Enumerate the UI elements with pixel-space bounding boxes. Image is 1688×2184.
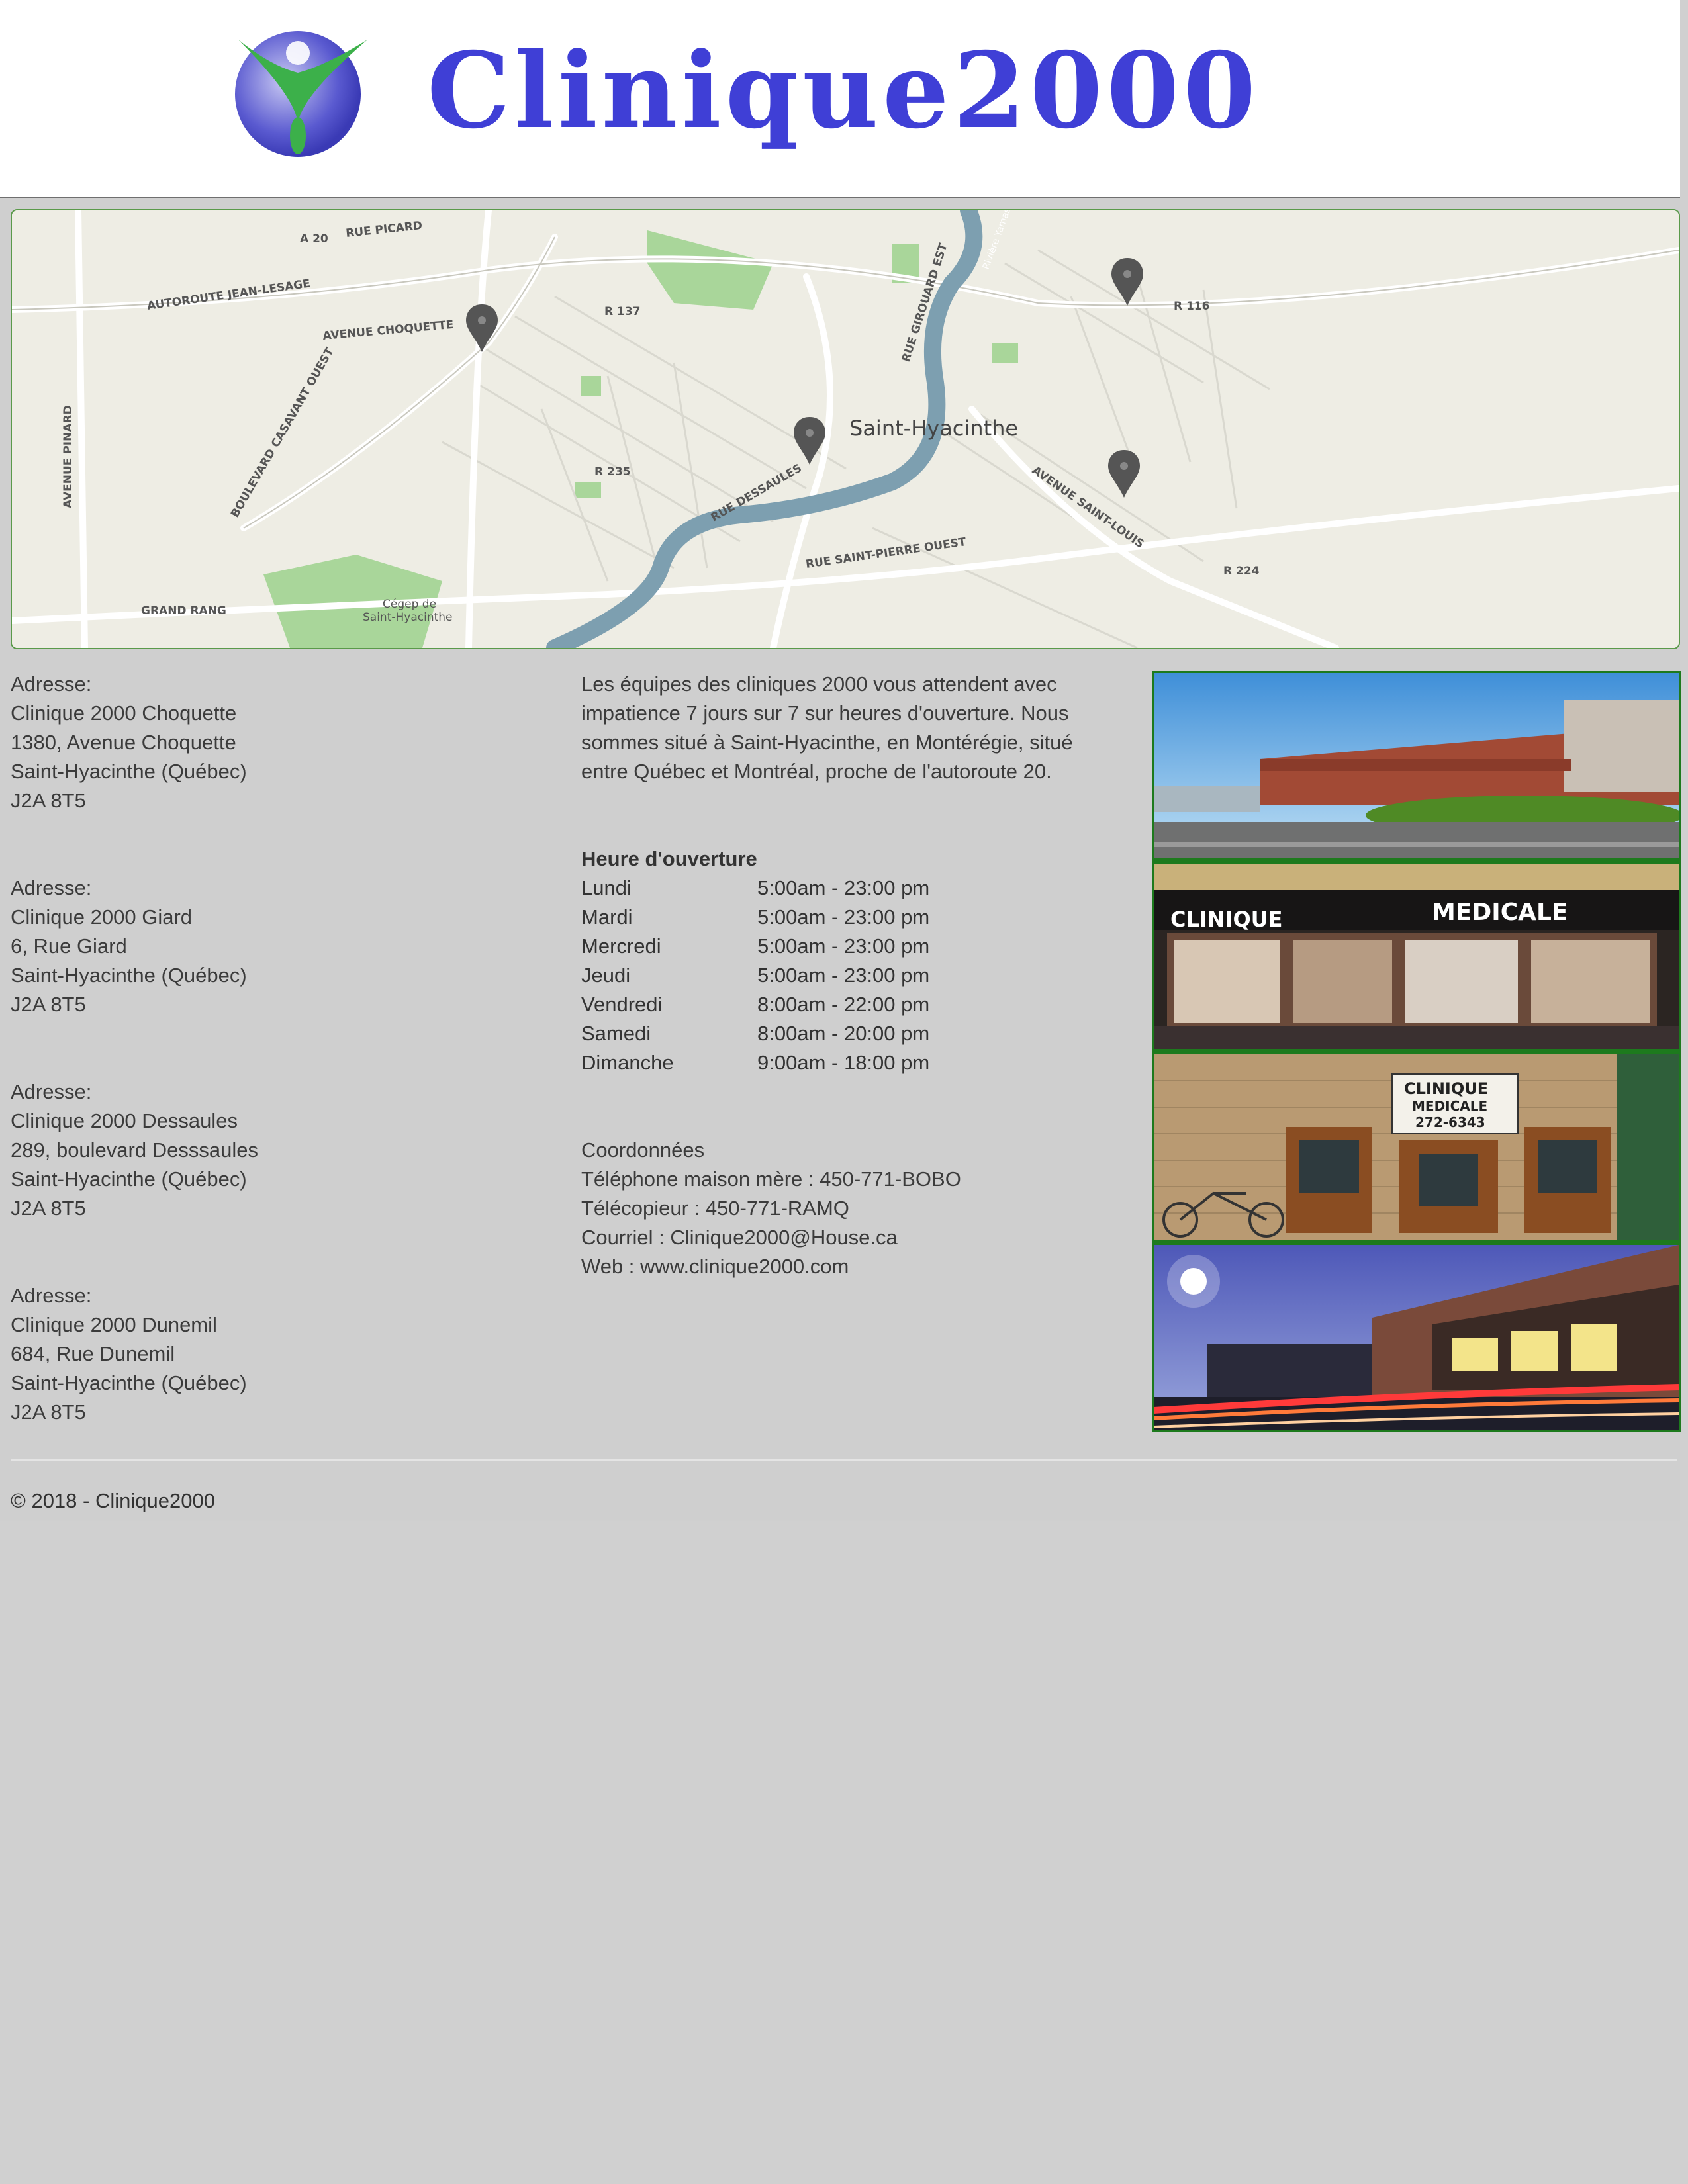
clinic-street: 289, boulevard Desssaules: [11, 1138, 258, 1161]
clinic-night-street-photo: [1154, 1245, 1679, 1430]
hours-time: 5:00am - 23:00 pm: [757, 934, 930, 958]
contact-fax: Télécopieur : 450-771-RAMQ: [581, 1197, 849, 1220]
map-road-label: GRAND RANG: [141, 604, 226, 617]
map-place-label: Cégep de: [383, 598, 436, 611]
map-place-label: Saint-Hyacinthe: [363, 611, 453, 624]
address-label: Adresse:: [11, 1080, 92, 1103]
address-block: Adresse: Clinique 2000 Choquette 1380, A…: [11, 670, 553, 815]
hours-row: Mercredi 5:00am - 23:00 pm: [581, 932, 1111, 961]
hours-time: 5:00am - 23:00 pm: [757, 905, 930, 929]
clinic-interior-photo: CLINIQUE MEDICALE: [1154, 864, 1679, 1049]
contact-web[interactable]: Web : www.clinique2000.com: [581, 1252, 1111, 1281]
clinic-street: 1380, Avenue Choquette: [11, 731, 236, 754]
contact-title: Coordonnées: [581, 1138, 705, 1161]
intro-line: entre Québec et Montréal, proche de l'au…: [581, 760, 1052, 783]
hours-day: Mercredi: [581, 934, 661, 958]
hours-row: Mardi 5:00am - 23:00 pm: [581, 903, 1111, 932]
hours-day: Jeudi: [581, 964, 631, 987]
map-road-label: R 137: [604, 305, 641, 318]
hours-day: Mardi: [581, 905, 633, 929]
map-road-label: AVENUE PINARD: [62, 405, 75, 508]
address-label: Adresse:: [11, 672, 92, 696]
hours-day: Dimanche: [581, 1051, 674, 1074]
contact-info: Coordonnées Téléphone maison mère : 450-…: [581, 1136, 1111, 1281]
clinic-city: Saint-Hyacinthe (Québec): [11, 1167, 247, 1191]
clinic-name: Clinique 2000 Dessaules: [11, 1109, 238, 1132]
clinic-photos: CLINIQUE MEDICALE CLINIQUE MEDICALE 272-…: [1152, 671, 1681, 1432]
clinique-logo-icon[interactable]: [232, 26, 371, 159]
address-block: Adresse: Clinique 2000 Giard 6, Rue Giar…: [11, 874, 553, 1019]
location-map[interactable]: A 20 RUE PICARD AUTOROUTE JEAN-LESAGE AV…: [11, 209, 1680, 649]
clinic-name: Clinique 2000 Choquette: [11, 702, 237, 725]
intro-line: sommes situé à Saint-Hyacinthe, en Monté…: [581, 731, 1073, 754]
address-block: Adresse: Clinique 2000 Dunemil 684, Rue …: [11, 1281, 553, 1427]
clinic-name: Clinique 2000 Dunemil: [11, 1313, 217, 1336]
contact-phone: Téléphone maison mère : 450-771-BOBO: [581, 1167, 961, 1191]
map-canvas: A 20 RUE PICARD AUTOROUTE JEAN-LESAGE AV…: [12, 210, 1679, 648]
clinic-city: Saint-Hyacinthe (Québec): [11, 760, 247, 783]
clinic-postal: J2A 8T5: [11, 1400, 86, 1424]
hours-day: Samedi: [581, 1022, 651, 1045]
clinic-postal: J2A 8T5: [11, 1197, 86, 1220]
address-label: Adresse:: [11, 876, 92, 899]
footer-copyright: © 2018 - Clinique2000: [11, 1489, 215, 1512]
hours-row: Vendredi 8:00am - 22:00 pm: [581, 990, 1111, 1019]
intro-line: Les équipes des cliniques 2000 vous atte…: [581, 672, 1057, 696]
info-column: Les équipes des cliniques 2000 vous atte…: [581, 670, 1111, 1281]
clinic-building-photo: [1154, 673, 1679, 858]
map-road-label: A 20: [300, 232, 328, 246]
clinic-street: 6, Rue Giard: [11, 934, 127, 958]
hours-row: Dimanche 9:00am - 18:00 pm: [581, 1048, 1111, 1077]
hours-row: Lundi 5:00am - 23:00 pm: [581, 874, 1111, 903]
clinic-street: 684, Rue Dunemil: [11, 1342, 175, 1365]
address-label: Adresse:: [11, 1284, 92, 1307]
hours-time: 5:00am - 23:00 pm: [757, 876, 930, 899]
clinic-city: Saint-Hyacinthe (Québec): [11, 964, 247, 987]
contact-email[interactable]: Courriel : Clinique2000@House.ca: [581, 1223, 1111, 1252]
opening-hours: Heure d'ouverture Lundi 5:00am - 23:00 p…: [581, 844, 1111, 1077]
sign-clinique: CLINIQUE: [1170, 907, 1283, 932]
hours-time: 5:00am - 23:00 pm: [757, 964, 930, 987]
hours-row: Samedi 8:00am - 20:00 pm: [581, 1019, 1111, 1048]
brand-title[interactable]: Clinique2000: [427, 32, 1460, 151]
hours-time: 9:00am - 18:00 pm: [757, 1051, 930, 1074]
clinic-storefront-photo: CLINIQUE MEDICALE 272-6343: [1154, 1054, 1679, 1240]
addresses-column: Adresse: Clinique 2000 Choquette 1380, A…: [11, 670, 553, 1485]
hours-row: Jeudi 5:00am - 23:00 pm: [581, 961, 1111, 990]
clinic-city: Saint-Hyacinthe (Québec): [11, 1371, 247, 1394]
map-road-label: R 235: [594, 465, 631, 478]
storefront-sign-line: MEDICALE: [1412, 1098, 1487, 1114]
footer-divider: [11, 1459, 1677, 1461]
sign-medicale: MEDICALE: [1432, 899, 1568, 926]
intro-paragraph: Les équipes des cliniques 2000 vous atte…: [581, 670, 1111, 786]
clinic-name: Clinique 2000 Giard: [11, 905, 193, 929]
site-header: Clinique2000: [0, 0, 1680, 198]
map-road-label: R 116: [1174, 300, 1210, 313]
hours-time: 8:00am - 22:00 pm: [757, 993, 930, 1016]
address-block: Adresse: Clinique 2000 Dessaules 289, bo…: [11, 1077, 553, 1223]
clinic-postal: J2A 8T5: [11, 993, 86, 1016]
map-city-label: Saint-Hyacinthe: [849, 416, 1018, 441]
clinic-postal: J2A 8T5: [11, 789, 86, 812]
intro-line: impatience 7 jours sur 7 sur heures d'ou…: [581, 702, 1069, 725]
storefront-sign-line: 272-6343: [1415, 1115, 1485, 1130]
hours-day: Vendredi: [581, 993, 663, 1016]
storefront-sign-line: CLINIQUE: [1404, 1079, 1488, 1098]
hours-day: Lundi: [581, 876, 632, 899]
map-road-label: R 224: [1223, 565, 1260, 578]
hours-time: 8:00am - 20:00 pm: [757, 1022, 930, 1045]
hours-title: Heure d'ouverture: [581, 847, 757, 870]
